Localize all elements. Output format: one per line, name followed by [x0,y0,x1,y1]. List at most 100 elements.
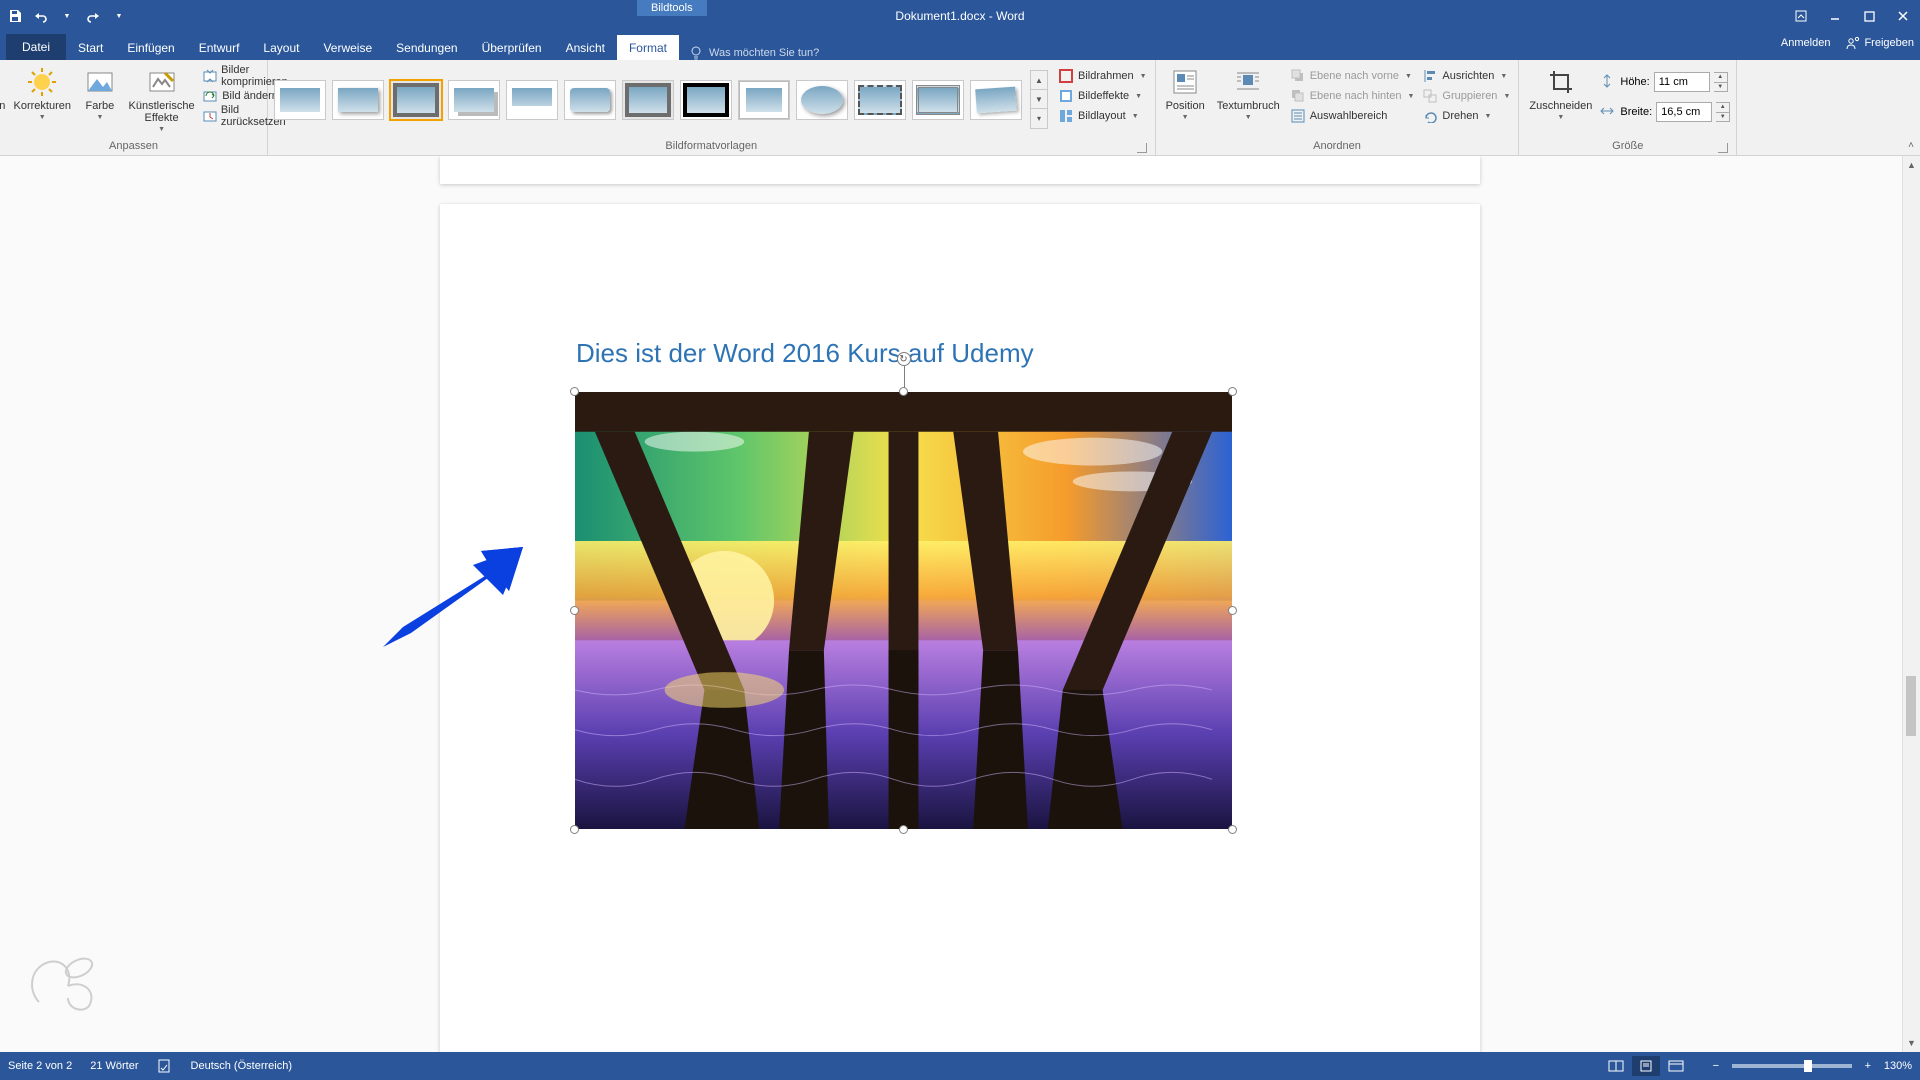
resize-handle-bl[interactable] [570,825,579,834]
tell-me-search[interactable]: Was möchten Sie tun? [689,46,819,60]
status-page[interactable]: Seite 2 von 2 [8,1060,72,1072]
selected-picture[interactable]: ↻ [575,392,1232,829]
view-print-layout[interactable] [1632,1056,1660,1076]
tab-home[interactable]: Start [66,35,115,60]
send-backward-button[interactable]: Ebene nach hinten▼ [1288,86,1417,106]
qat-customize-icon[interactable]: ▼ [110,7,128,25]
artistic-effects-button[interactable]: Künstlerische Effekte ▼ [127,64,196,135]
height-spinner[interactable]: ▲▼ [1714,72,1728,92]
resize-handle-r[interactable] [1228,606,1237,615]
spin-up-icon[interactable]: ▲ [1714,73,1727,83]
collapse-ribbon-icon[interactable]: ˄ [1908,140,1914,151]
position-button[interactable]: Position▼ [1162,64,1209,123]
ribbon-display-options-icon[interactable] [1784,0,1818,32]
gallery-down-icon[interactable]: ▼ [1031,90,1047,109]
gallery-more-icon[interactable]: ▾ [1031,109,1047,128]
resize-handle-tl[interactable] [570,387,579,396]
gallery-up-icon[interactable]: ▲ [1031,71,1047,90]
picture-layout-button[interactable]: Bildlayout▼ [1056,106,1149,126]
style-thumb-5[interactable] [506,80,558,120]
resize-handle-tr[interactable] [1228,387,1237,396]
vertical-scrollbar[interactable]: ▲ ▼ [1902,156,1920,1052]
save-icon[interactable] [6,7,24,25]
spin-up-icon[interactable]: ▲ [1716,103,1729,113]
undo-icon[interactable] [32,7,50,25]
share-button[interactable]: Freigeben [1846,36,1914,50]
group-objects-button[interactable]: Gruppieren▼ [1420,86,1512,106]
corrections-button[interactable]: Korrekturen ▼ [12,64,73,123]
minimize-button[interactable] [1818,0,1852,32]
height-input[interactable]: 11 cm [1654,72,1710,92]
style-thumb-6[interactable] [564,80,616,120]
style-thumb-3[interactable] [390,80,442,120]
zoom-slider[interactable] [1732,1064,1852,1068]
zoom-slider-thumb[interactable] [1804,1060,1812,1072]
tab-insert[interactable]: Einfügen [115,35,186,60]
sign-in-link[interactable]: Anmelden [1781,37,1831,49]
resize-handle-br[interactable] [1228,825,1237,834]
style-thumb-2[interactable] [332,80,384,120]
zoom-percent[interactable]: 130% [1884,1060,1912,1072]
tab-layout[interactable]: Layout [251,35,311,60]
align-button[interactable]: Ausrichten▼ [1420,66,1512,86]
color-tone-button[interactable]: Farbe ▼ [77,64,123,123]
close-button[interactable] [1886,0,1920,32]
resize-handle-t[interactable] [899,387,908,396]
zoom-in-button[interactable]: + [1860,1060,1876,1072]
zoom-out-button[interactable]: − [1708,1060,1724,1072]
bring-forward-button[interactable]: Ebene nach vorne▼ [1288,66,1417,86]
remove-background-button[interactable]: Freistellen [0,64,8,114]
status-bar: Seite 2 von 2 21 Wörter Deutsch (Österre… [0,1052,1920,1080]
view-web-layout[interactable] [1662,1056,1690,1076]
dialog-launcher-icon[interactable] [1137,143,1147,153]
tab-mailings[interactable]: Sendungen [384,35,469,60]
dialog-launcher-icon[interactable] [1718,143,1728,153]
spin-down-icon[interactable]: ▼ [1716,113,1729,122]
scroll-up-icon[interactable]: ▲ [1903,156,1920,174]
rotate-button[interactable]: Drehen▼ [1420,106,1512,126]
style-thumb-13[interactable] [970,80,1022,120]
redo-icon[interactable] [84,7,102,25]
selection-pane-button[interactable]: Auswahlbereich [1288,106,1417,126]
tab-design[interactable]: Entwurf [187,35,252,60]
resize-handle-l[interactable] [570,606,579,615]
view-read-mode[interactable] [1602,1056,1630,1076]
spin-down-icon[interactable]: ▼ [1714,83,1727,92]
tab-format[interactable]: Format [617,35,679,60]
tab-view[interactable]: Ansicht [554,35,617,60]
proofing-icon[interactable] [157,1058,173,1074]
style-thumb-9[interactable] [738,80,790,120]
style-thumb-8[interactable] [680,80,732,120]
tab-references[interactable]: Verweise [311,35,384,60]
rotation-handle[interactable]: ↻ [897,352,911,366]
crop-button[interactable]: Zuschneiden▼ [1525,64,1596,123]
style-thumb-10[interactable] [796,80,848,120]
resize-handle-b[interactable] [899,825,908,834]
document-heading[interactable]: Dies ist der Word 2016 Kurs auf Udemy [576,338,1034,369]
gallery-scroll[interactable]: ▲ ▼ ▾ [1030,70,1048,129]
status-language[interactable]: Deutsch (Österreich) [191,1060,292,1072]
tab-review[interactable]: Überprüfen [470,35,554,60]
style-thumb-1[interactable] [274,80,326,120]
wrap-text-button[interactable]: Textumbruch▼ [1213,64,1284,123]
tab-file[interactable]: Datei [6,34,66,60]
scroll-down-icon[interactable]: ▼ [1903,1034,1920,1052]
style-thumb-12[interactable] [912,80,964,120]
width-spinner[interactable]: ▲▼ [1716,102,1730,122]
crop-icon [1545,66,1577,98]
style-thumb-4[interactable] [448,80,500,120]
width-input[interactable]: 16,5 cm [1656,102,1712,122]
bring-forward-icon [1290,68,1306,84]
style-thumb-7[interactable] [622,80,674,120]
picture-effects-button[interactable]: Bildeffekte▼ [1056,86,1149,106]
picture-border-button[interactable]: Bildrahmen▼ [1056,66,1149,86]
undo-dropdown-icon[interactable]: ▼ [58,7,76,25]
artistic-effects-label: Künstlerische Effekte [129,100,195,124]
document-page[interactable]: Dies ist der Word 2016 Kurs auf Udemy [440,204,1480,1052]
style-thumb-11[interactable] [854,80,906,120]
scroll-thumb[interactable] [1906,676,1916,736]
chevron-down-icon: ▼ [1405,73,1412,80]
status-word-count[interactable]: 21 Wörter [90,1060,138,1072]
picture-style-gallery[interactable]: ▲ ▼ ▾ [274,64,1048,129]
maximize-button[interactable] [1852,0,1886,32]
